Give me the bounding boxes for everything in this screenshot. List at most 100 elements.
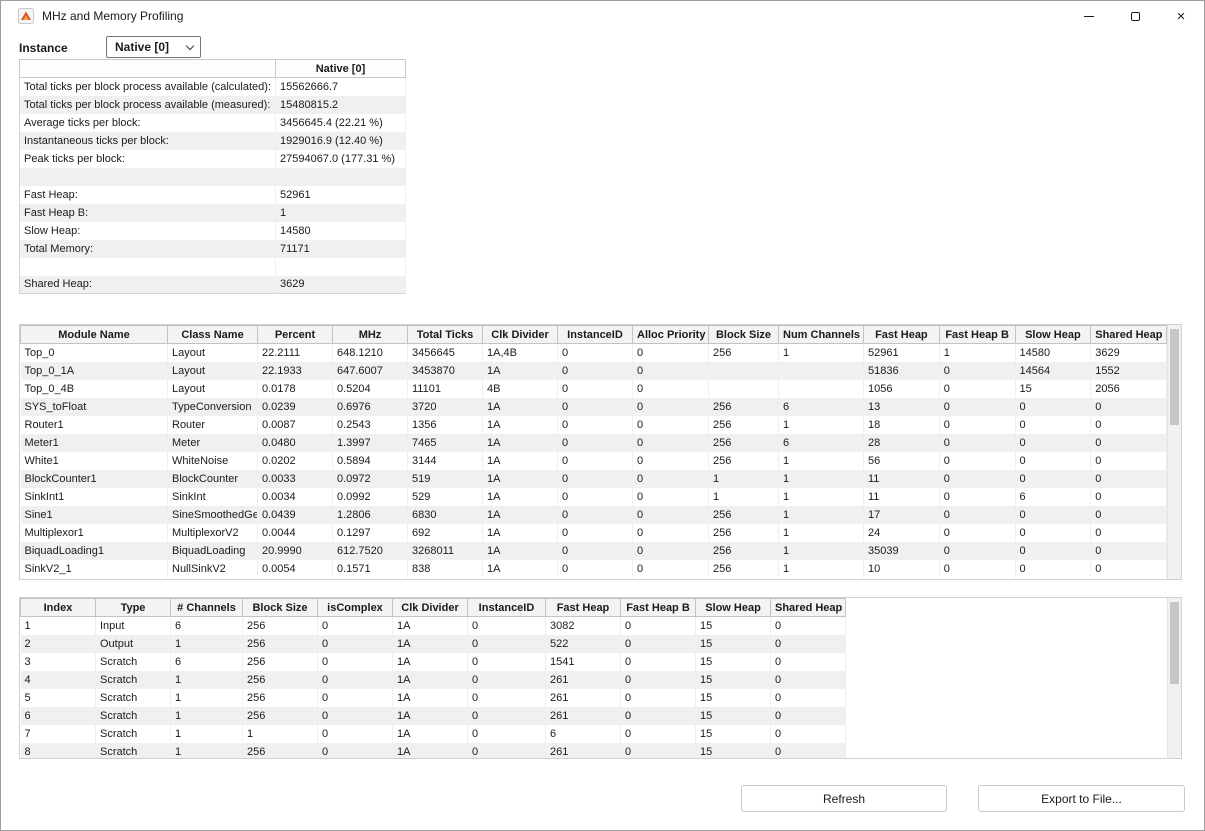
table-cell[interactable]: Slow Heap: xyxy=(20,222,276,240)
table-row[interactable] xyxy=(20,258,406,276)
table-cell[interactable]: 6 xyxy=(1015,488,1091,506)
table-cell[interactable]: 519 xyxy=(408,470,483,488)
table-cell[interactable]: 0 xyxy=(1091,542,1167,560)
table-cell[interactable]: 0 xyxy=(558,416,633,434)
table-cell[interactable]: 0.5894 xyxy=(333,452,408,470)
table-row[interactable]: 5Scratch125601A02610150 xyxy=(21,689,846,707)
table-cell[interactable]: Scratch xyxy=(96,707,171,725)
table-cell[interactable]: 1A xyxy=(393,653,468,671)
table-cell[interactable]: 648.1210 xyxy=(333,344,408,362)
table-cell[interactable]: 0 xyxy=(633,488,709,506)
table-row[interactable]: BlockCounter1BlockCounter0.00330.0972519… xyxy=(21,470,1167,488)
table-cell[interactable]: 1 xyxy=(939,344,1015,362)
table-cell[interactable]: 1A xyxy=(393,689,468,707)
table-cell[interactable]: 1 xyxy=(709,470,779,488)
table-cell[interactable]: 0 xyxy=(318,689,393,707)
table-cell[interactable]: 256 xyxy=(243,653,318,671)
table-cell[interactable]: 52961 xyxy=(276,186,406,204)
table-cell[interactable]: 1A xyxy=(483,506,558,524)
table-cell[interactable]: 256 xyxy=(243,671,318,689)
table-cell[interactable]: 0.0972 xyxy=(333,470,408,488)
table-cell[interactable]: 0.0054 xyxy=(258,560,333,578)
table-cell[interactable]: 0 xyxy=(318,671,393,689)
column-header[interactable]: Block Size xyxy=(709,326,779,344)
table-cell[interactable]: 0 xyxy=(939,470,1015,488)
column-header[interactable]: Slow Heap xyxy=(696,599,771,617)
table-cell[interactable]: 1A xyxy=(393,725,468,743)
table-cell[interactable]: 0 xyxy=(939,524,1015,542)
table-cell[interactable]: 256 xyxy=(243,635,318,653)
table-cell[interactable]: 0 xyxy=(558,488,633,506)
table-cell[interactable]: Top_0 xyxy=(21,344,168,362)
table-cell[interactable]: BiquadLoading1 xyxy=(21,542,168,560)
table-cell[interactable]: 261 xyxy=(546,671,621,689)
table-cell[interactable]: 256 xyxy=(243,689,318,707)
table-cell[interactable]: 0 xyxy=(1091,434,1167,452)
table-cell[interactable]: 2 xyxy=(21,635,96,653)
table-cell[interactable]: 0 xyxy=(1091,452,1167,470)
table-row[interactable]: Router1Router0.00870.254313561A002561180… xyxy=(21,416,1167,434)
close-button[interactable]: × xyxy=(1158,1,1204,31)
table-row[interactable]: Top_0_4BLayout0.01780.5204111014B0010560… xyxy=(21,380,1167,398)
scrollbar-thumb[interactable] xyxy=(1170,329,1179,425)
table-cell[interactable] xyxy=(709,380,779,398)
table-cell[interactable]: 692 xyxy=(408,524,483,542)
table-cell[interactable]: 0.2543 xyxy=(333,416,408,434)
table-cell[interactable]: 0 xyxy=(621,635,696,653)
table-cell[interactable]: 1A xyxy=(483,542,558,560)
table-cell[interactable] xyxy=(20,168,276,186)
table-cell[interactable]: 1A xyxy=(483,452,558,470)
table-cell[interactable]: 6 xyxy=(21,707,96,725)
instance-combobox[interactable]: Native [0] xyxy=(106,36,201,58)
table-cell[interactable]: 15 xyxy=(1015,380,1091,398)
table-row[interactable]: 8Scratch125601A02610150 xyxy=(21,743,846,760)
table-cell[interactable]: 1356 xyxy=(408,416,483,434)
table-cell[interactable]: 0 xyxy=(621,725,696,743)
table-cell[interactable]: 11 xyxy=(864,470,940,488)
table-cell[interactable]: 3 xyxy=(21,653,96,671)
table-cell[interactable]: 0 xyxy=(633,434,709,452)
table-cell[interactable]: 1 xyxy=(171,635,243,653)
scrollbar-thumb[interactable] xyxy=(1170,602,1179,684)
table-cell[interactable]: BlockCounter xyxy=(168,470,258,488)
table-cell[interactable]: 6 xyxy=(779,398,864,416)
table-cell[interactable]: 1A xyxy=(393,617,468,635)
table-cell[interactable]: 256 xyxy=(709,542,779,560)
table-cell[interactable]: 1 xyxy=(276,204,406,222)
table-cell[interactable]: 8 xyxy=(21,743,96,760)
table-cell[interactable]: 3456645 xyxy=(408,344,483,362)
table-cell[interactable]: 256 xyxy=(243,707,318,725)
table-cell[interactable]: 0 xyxy=(468,653,546,671)
table-cell[interactable]: 0 xyxy=(939,380,1015,398)
table-cell[interactable]: 5 xyxy=(21,689,96,707)
maximize-button[interactable] xyxy=(1112,1,1158,31)
table-cell[interactable]: 0.0087 xyxy=(258,416,333,434)
table-row[interactable]: 3Scratch625601A015410150 xyxy=(21,653,846,671)
table-cell[interactable]: 0 xyxy=(771,653,846,671)
table-cell[interactable]: 1 xyxy=(779,452,864,470)
table-cell[interactable]: 0 xyxy=(939,560,1015,578)
column-header[interactable]: Type xyxy=(96,599,171,617)
table-cell[interactable]: 6 xyxy=(171,653,243,671)
table-cell[interactable]: SineSmoothedGen xyxy=(168,506,258,524)
table-cell[interactable]: 17 xyxy=(864,506,940,524)
table-cell[interactable]: 0 xyxy=(621,707,696,725)
table-cell[interactable]: 1 xyxy=(21,617,96,635)
table-cell[interactable]: 0 xyxy=(1091,398,1167,416)
column-header[interactable]: InstanceID xyxy=(558,326,633,344)
table-cell[interactable]: 1 xyxy=(171,689,243,707)
table-cell[interactable]: 18 xyxy=(864,416,940,434)
table-cell[interactable]: 6 xyxy=(546,725,621,743)
buffer-table-scrollbar[interactable] xyxy=(1167,598,1181,758)
table-cell[interactable] xyxy=(779,380,864,398)
table-row[interactable]: Slow Heap:14580 xyxy=(20,222,406,240)
table-cell[interactable]: 1A xyxy=(393,671,468,689)
table-cell[interactable]: 0 xyxy=(558,470,633,488)
table-cell[interactable]: 256 xyxy=(709,344,779,362)
column-header[interactable]: Alloc Priority xyxy=(633,326,709,344)
table-row[interactable]: 4Scratch125601A02610150 xyxy=(21,671,846,689)
table-cell[interactable]: 1.3997 xyxy=(333,434,408,452)
table-row[interactable]: Fast Heap B:1 xyxy=(20,204,406,222)
table-cell[interactable]: Top_0_1A xyxy=(21,362,168,380)
table-cell[interactable]: 0 xyxy=(621,689,696,707)
